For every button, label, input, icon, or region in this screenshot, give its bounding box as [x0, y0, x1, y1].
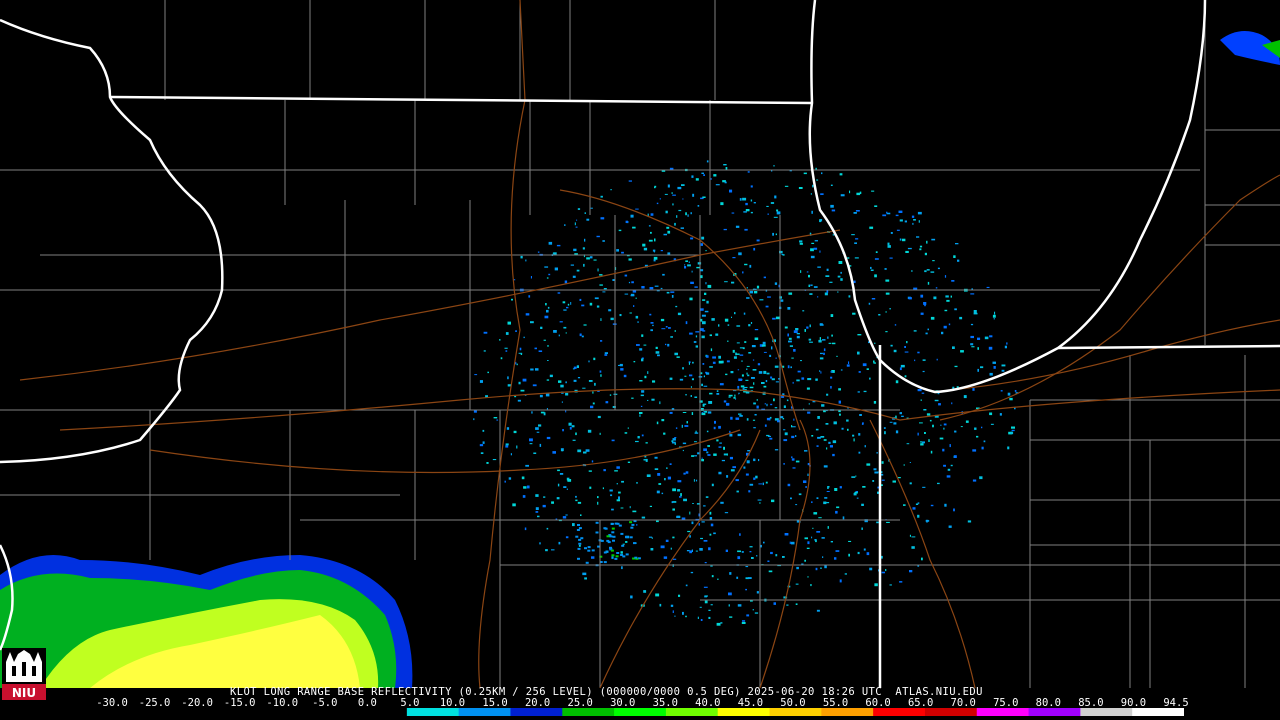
scale-color-swatch — [976, 708, 1030, 716]
scale-color-swatch — [769, 708, 822, 716]
scale-color-swatch — [303, 708, 356, 716]
scale-color-swatch — [510, 708, 563, 716]
reflectivity-color-scale — [96, 708, 1184, 716]
scale-color-swatch — [717, 708, 771, 716]
radar-map — [0, 0, 1280, 688]
scale-color-swatch — [96, 708, 149, 716]
scale-color-swatch — [1028, 708, 1081, 716]
scale-color-swatch — [147, 708, 201, 716]
scale-color-swatch — [1132, 708, 1184, 716]
storm-echo-southwest — [0, 555, 413, 688]
scale-color-swatch — [251, 708, 304, 716]
scale-color-swatch — [924, 708, 978, 716]
color-scale-labels: -30.0 -25.0 -20.0 -15.0 -10.0 -5.0 0.0 5.0 10.0 1… — [0, 697, 1280, 709]
scale-color-swatch — [1080, 708, 1133, 716]
scale-color-swatch — [355, 708, 408, 716]
scale-color-swatch — [873, 708, 926, 716]
scale-color-swatch — [406, 708, 460, 716]
scale-color-swatch — [665, 708, 719, 716]
scale-color-swatch — [199, 708, 252, 716]
scale-color-swatch — [821, 708, 874, 716]
scale-color-swatch — [458, 708, 511, 716]
scale-color-swatch — [614, 708, 667, 716]
scale-color-swatch — [562, 708, 615, 716]
